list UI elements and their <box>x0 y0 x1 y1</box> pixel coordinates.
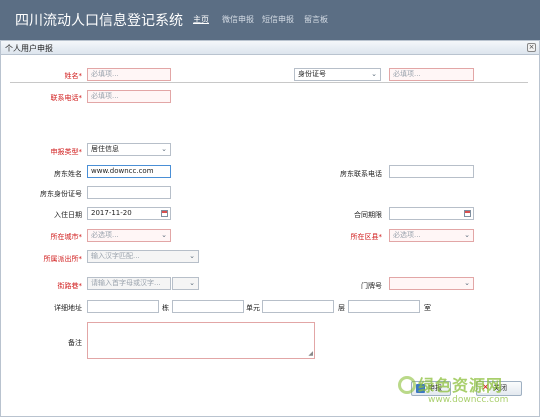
street-select[interactable]: ⌄ <box>172 277 199 290</box>
panel-header: 个人用户申报 × <box>1 41 539 55</box>
lease-label: 合同期限 <box>354 211 382 219</box>
remark-label: 备注 <box>68 339 82 347</box>
top-bar: 四川流动人口信息登记系统 主页 微信申报 短信申报 留言板 <box>0 0 540 40</box>
nav-sms[interactable]: 短信申报 <box>262 14 294 25</box>
floor-input[interactable] <box>262 300 334 313</box>
chevron-down-icon: ⌄ <box>464 231 470 239</box>
city-placeholder: 必选项... <box>91 231 119 239</box>
nav-message-board[interactable]: 留言板 <box>304 14 328 25</box>
building-suffix: 栋 <box>162 304 169 312</box>
name-input[interactable]: 必填项... <box>87 68 171 81</box>
street-input[interactable]: 请输入首字母或汉字... <box>87 277 171 290</box>
chevron-down-icon: ⌄ <box>189 279 195 287</box>
nav-home[interactable]: 主页 <box>193 14 209 25</box>
district-select[interactable]: 必选项... ⌄ <box>389 229 474 242</box>
chevron-down-icon: ⌄ <box>161 231 167 239</box>
id-type-select[interactable]: 身份证号 ⌄ <box>294 68 381 81</box>
police-station-placeholder: 输入汉字匹配... <box>91 252 140 260</box>
chevron-down-icon: ⌄ <box>464 279 470 287</box>
lease-date-input[interactable] <box>389 207 474 220</box>
address-label: 详细地址 <box>54 304 82 312</box>
room-input[interactable] <box>348 300 420 313</box>
city-label: 所在城市* <box>50 233 83 241</box>
unit-suffix: 单元 <box>246 304 260 312</box>
police-station-select[interactable]: 输入汉字匹配... ⌄ <box>87 250 199 263</box>
checkin-date-input[interactable]: 2017-11-20 <box>87 207 171 220</box>
checkin-label: 入住日期 <box>54 211 82 219</box>
city-select[interactable]: 必选项... ⌄ <box>87 229 171 242</box>
calendar-icon[interactable] <box>464 210 471 217</box>
police-station-label: 所属派出所* <box>43 255 83 263</box>
street-placeholder: 请输入首字母或汉字... <box>91 279 161 287</box>
close-icon[interactable]: × <box>527 43 536 52</box>
checkin-date-value: 2017-11-20 <box>91 209 132 217</box>
door-number-select[interactable]: ⌄ <box>389 277 474 290</box>
report-type-value: 居住信息 <box>91 145 119 153</box>
landlord-name-label: 房东姓名 <box>54 170 82 178</box>
landlord-id-label: 房东身份证号 <box>40 190 82 198</box>
chevron-down-icon: ⌄ <box>371 70 377 78</box>
id-number-input[interactable]: 必填项... <box>389 68 474 81</box>
chevron-down-icon: ⌄ <box>161 145 167 153</box>
resize-handle-icon[interactable]: ◢ <box>308 350 313 357</box>
district-label: 所在区县* <box>350 233 383 241</box>
id-type-value: 身份证号 <box>298 70 326 78</box>
phone-label: 联系电话* <box>50 94 83 102</box>
landlord-id-input[interactable] <box>87 186 171 199</box>
watermark-url: www.downcc.com <box>428 395 509 405</box>
room-suffix: 室 <box>424 304 431 312</box>
report-type-label: 申报类型* <box>50 148 83 156</box>
district-placeholder: 必选项... <box>393 231 421 239</box>
watermark-text: 绿色资源网 <box>418 376 504 395</box>
remark-textarea[interactable]: ◢ <box>87 322 315 359</box>
calendar-icon[interactable] <box>161 210 168 217</box>
landlord-name-input[interactable]: www.downcc.com <box>87 165 171 178</box>
street-label: 街路巷* <box>57 282 83 290</box>
chevron-down-icon: ⌄ <box>189 252 195 260</box>
landlord-phone-label: 房东联系电话 <box>340 170 382 178</box>
watermark-logo-icon <box>398 376 416 394</box>
landlord-phone-input[interactable] <box>389 165 474 178</box>
panel-title: 个人用户申报 <box>5 44 53 53</box>
nav-wechat[interactable]: 微信申报 <box>222 14 254 25</box>
floor-suffix: 层 <box>338 304 345 312</box>
app-title: 四川流动人口信息登记系统 <box>15 13 183 29</box>
report-type-select[interactable]: 居住信息 ⌄ <box>87 143 171 156</box>
phone-input[interactable]: 必填项... <box>87 90 171 103</box>
unit-input[interactable] <box>172 300 244 313</box>
building-input[interactable] <box>87 300 159 313</box>
section-divider <box>10 82 528 83</box>
watermark: 绿色资源网 www.downcc.com <box>398 372 526 410</box>
name-label: 姓名* <box>64 72 83 80</box>
door-number-label: 门牌号 <box>361 282 382 290</box>
